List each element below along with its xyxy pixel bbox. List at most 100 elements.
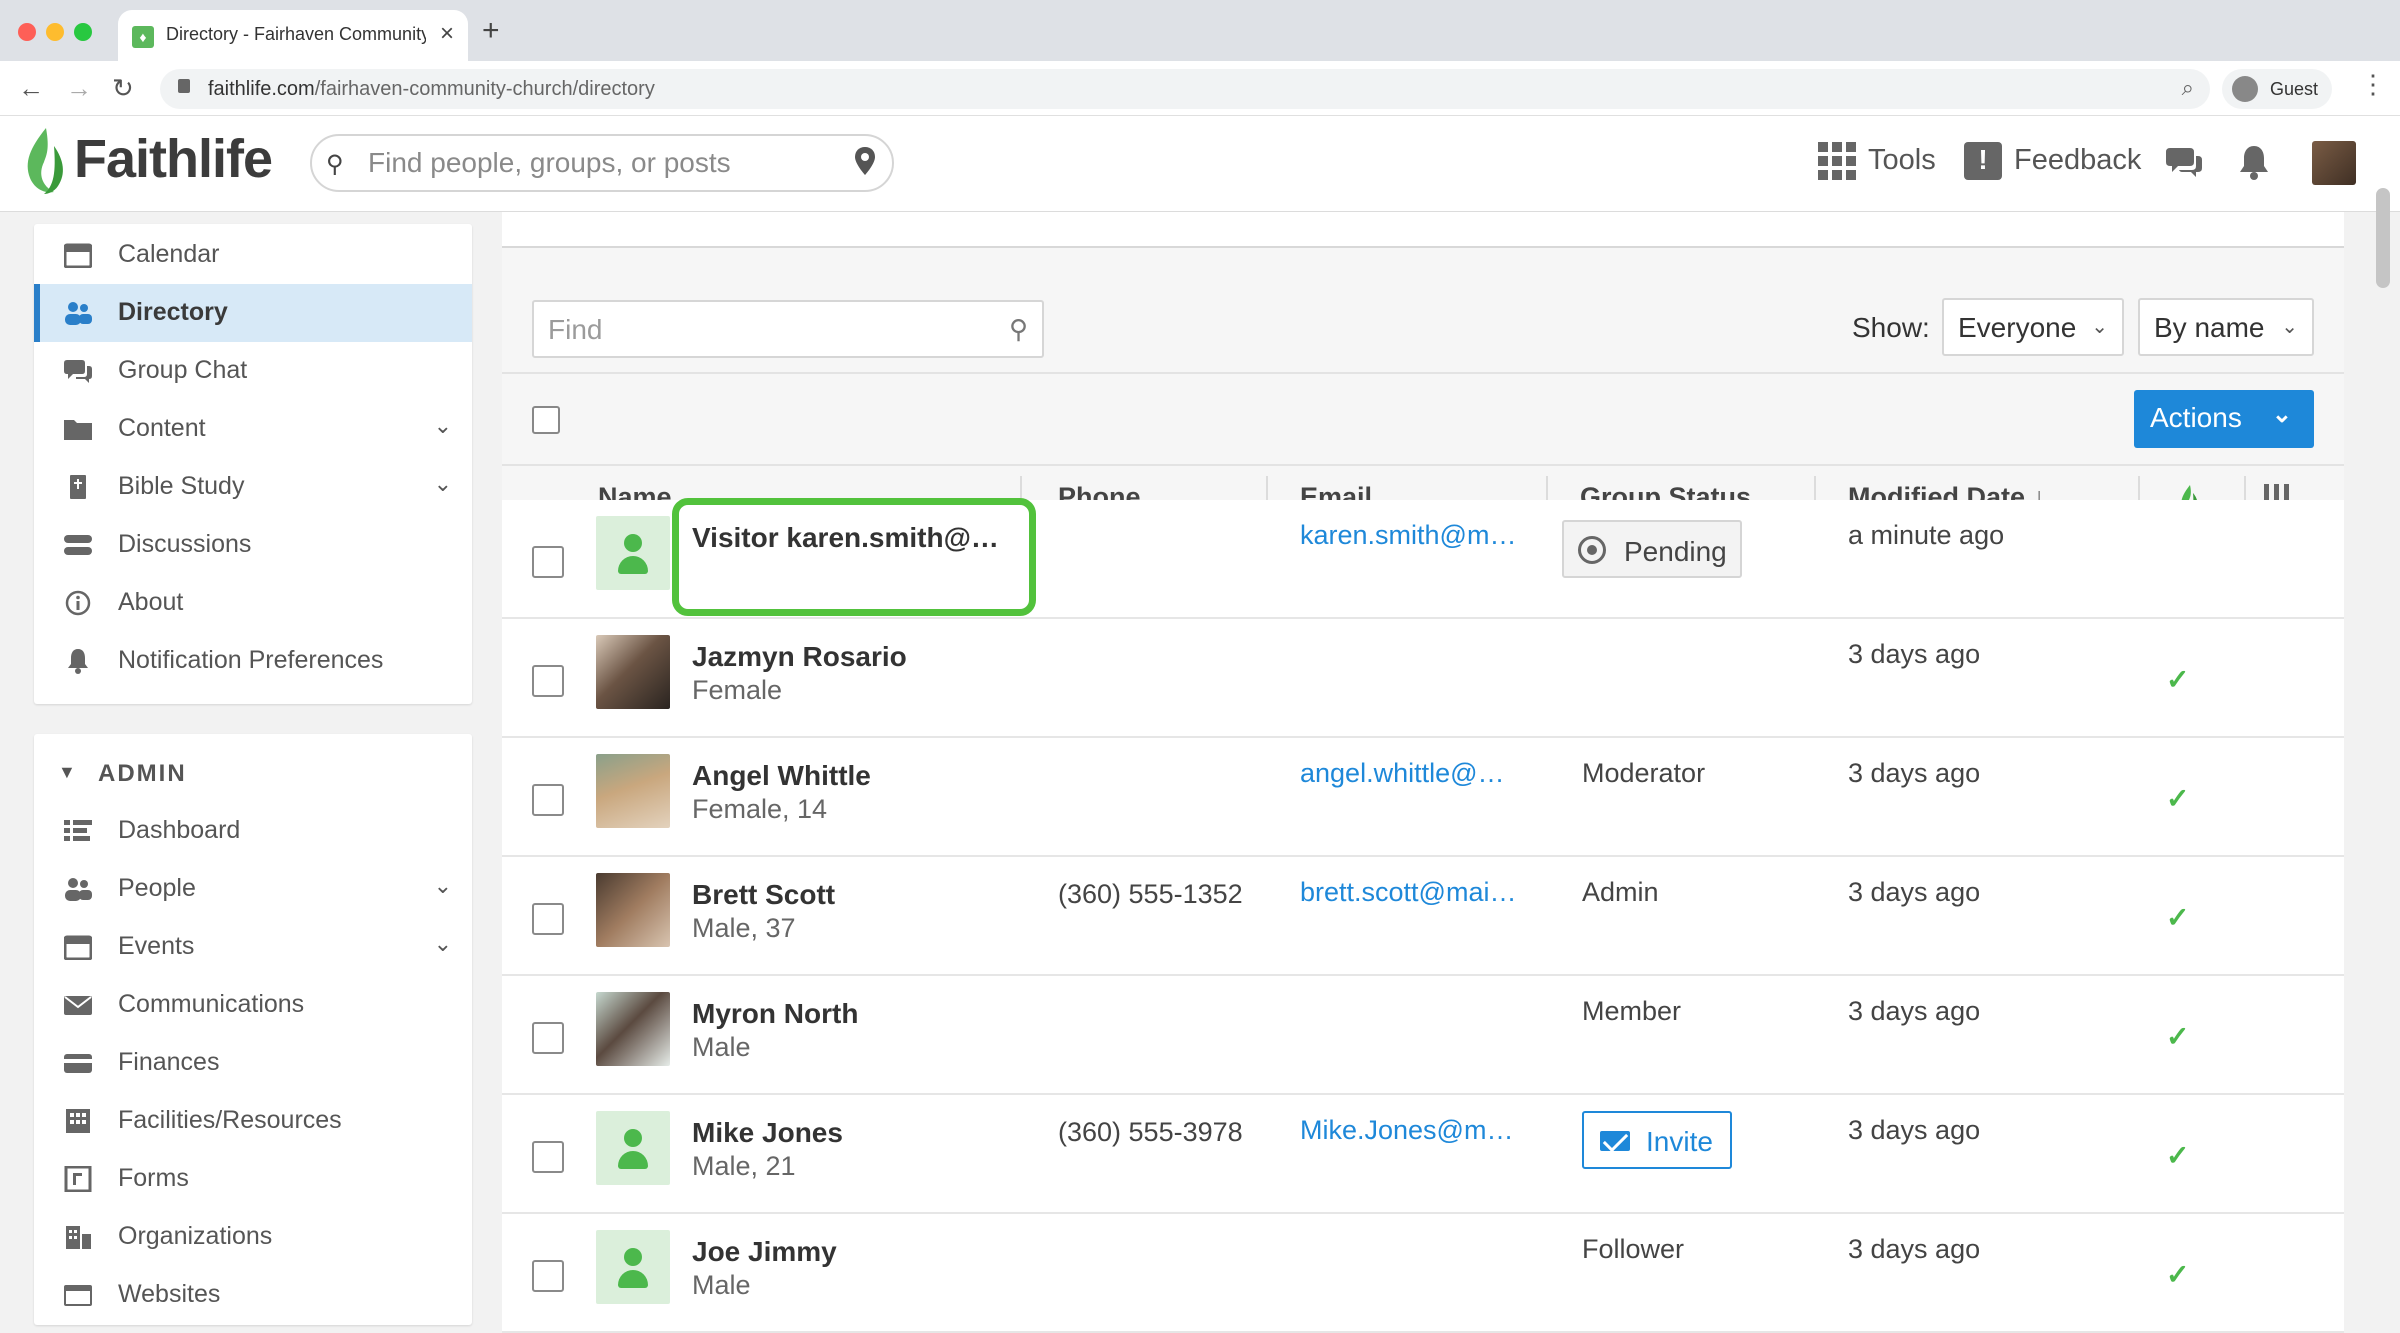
person-name[interactable]: Jazmyn Rosario (692, 641, 907, 673)
sidebar-item-dashboard[interactable]: Dashboard (34, 802, 472, 860)
search-icon[interactable]: ⚲ (1009, 314, 1028, 345)
sidebar-item-notification-preferences[interactable]: Notification Preferences (34, 632, 472, 690)
sidebar-item-bible-study[interactable]: Bible Study ⌄ (34, 458, 472, 516)
invite-button[interactable]: Invite (1582, 1111, 1732, 1169)
checkmark-icon: ✓ (2166, 1259, 2190, 1290)
pending-status-button[interactable]: Pending (1562, 520, 1742, 578)
email-link[interactable]: angel.whittle@… (1300, 758, 1530, 789)
person-name[interactable]: Brett Scott (692, 879, 835, 911)
forward-arrow-icon[interactable]: → (66, 73, 92, 104)
person-photo-avatar[interactable] (596, 992, 670, 1066)
sidebar-item-finances[interactable]: Finances (34, 1034, 472, 1092)
table-row[interactable]: Joe Jimmy Male Follower 3 days ago ✓ (502, 1214, 2344, 1333)
sidebar-item-people[interactable]: People ⌄ (34, 860, 472, 918)
feedback-button[interactable]: Feedback (2014, 144, 2141, 177)
chevron-down-icon[interactable]: ⌄ (434, 413, 452, 439)
row-checkbox[interactable] (532, 665, 564, 697)
sidebar-item-discussions[interactable]: Discussions (34, 516, 472, 574)
person-photo-avatar[interactable] (596, 873, 670, 947)
show-filter-dropdown[interactable]: Everyone ⌄ (1942, 298, 2124, 356)
person-name[interactable]: Mike Jones (692, 1117, 843, 1149)
row-checkbox[interactable] (532, 1141, 564, 1173)
person-placeholder-icon (596, 516, 670, 590)
table-row[interactable]: Jazmyn Rosario Female 3 days ago ✓ (502, 619, 2344, 738)
sort-dropdown[interactable]: By name ⌄ (2138, 298, 2314, 356)
sidebar-item-communications[interactable]: Communications (34, 976, 472, 1034)
sidebar-item-facilities-resources[interactable]: Facilities/Resources (34, 1092, 472, 1150)
grid-apps-icon[interactable] (1818, 142, 1856, 180)
collapse-triangle-icon: ▼ (58, 762, 76, 782)
location-pin-icon[interactable] (854, 146, 876, 176)
sidebar-item-directory[interactable]: Directory (34, 284, 472, 342)
messages-icon[interactable] (2166, 146, 2202, 178)
sidebar-item-group-chat[interactable]: Group Chat (34, 342, 472, 400)
table-row[interactable]: Brett Scott Male, 37 (360) 555-1352 bret… (502, 857, 2344, 976)
building-icon (66, 1109, 90, 1133)
phone-number: (360) 555-3978 (1058, 1117, 1243, 1147)
row-checkbox[interactable] (532, 546, 564, 578)
person-name[interactable]: Joe Jimmy (692, 1236, 837, 1268)
global-search: ⚲ (310, 134, 894, 192)
chevron-down-icon[interactable]: ⌄ (434, 873, 452, 899)
user-avatar[interactable] (2312, 141, 2356, 185)
tools-button[interactable]: Tools (1868, 144, 1936, 177)
sidebar-item-about[interactable]: About (34, 574, 472, 632)
faithlife-logo-text[interactable]: Faithlife (74, 128, 273, 190)
find-input[interactable] (548, 312, 988, 348)
people-icon (65, 302, 92, 325)
zoom-icon[interactable]: ⌕ (2182, 75, 2194, 101)
sidebar-item-content[interactable]: Content ⌄ (34, 400, 472, 458)
table-row[interactable]: Angel Whittle Female, 14 angel.whittle@…… (502, 738, 2344, 857)
close-tab-icon[interactable]: × (440, 20, 454, 48)
sidebar-item-forms[interactable]: Forms (34, 1150, 472, 1208)
chevron-down-icon[interactable]: ⌄ (434, 471, 452, 497)
invite-label: Invite (1646, 1126, 1713, 1157)
select-all-checkbox[interactable] (532, 406, 560, 434)
chevron-down-icon[interactable]: ⌄ (434, 931, 452, 957)
row-checkbox[interactable] (532, 903, 564, 935)
sidebar-item-label: Events (118, 932, 195, 960)
sidebar-item-label: Content (118, 414, 206, 442)
close-window-button[interactable] (18, 23, 36, 41)
minimize-window-button[interactable] (46, 23, 64, 41)
actions-button[interactable]: Actions ⌄ (2134, 390, 2314, 448)
folder-icon (64, 420, 92, 440)
sidebar-item-label: Discussions (118, 530, 252, 558)
sidebar-item-label: About (118, 588, 184, 616)
maximize-window-button[interactable] (74, 23, 92, 41)
table-row[interactable]: Myron North Male Member 3 days ago ✓ (502, 976, 2344, 1095)
sidebar-item-label: Calendar (118, 240, 220, 268)
row-checkbox[interactable] (532, 784, 564, 816)
row-checkbox[interactable] (532, 1260, 564, 1292)
person-name[interactable]: Myron North (692, 998, 858, 1030)
person-photo-avatar[interactable] (596, 635, 670, 709)
url-field[interactable]: faithlife.com/fairhaven-community-church… (160, 69, 2210, 109)
notifications-bell-icon[interactable] (2238, 144, 2270, 180)
sidebar-item-organizations[interactable]: Organizations (34, 1208, 472, 1266)
reload-icon[interactable]: ↻ (112, 73, 134, 104)
sidebar-item-calendar[interactable]: Calendar (34, 226, 472, 284)
row-checkbox[interactable] (532, 1022, 564, 1054)
sidebar-item-label: Websites (118, 1280, 221, 1308)
person-name[interactable]: Angel Whittle (692, 760, 871, 792)
back-arrow-icon[interactable]: ← (18, 73, 44, 104)
admin-section-toggle[interactable]: ▼ ADMIN (34, 756, 472, 796)
browser-tab[interactable]: ♦ Directory - Fairhaven Community Church… (118, 10, 468, 61)
chevron-down-icon: ⌄ (2271, 401, 2292, 428)
profile-button[interactable]: Guest (2222, 69, 2332, 109)
email-link[interactable]: brett.scott@mai… (1300, 877, 1530, 908)
sidebar-item-websites[interactable]: Websites (34, 1266, 472, 1324)
group-status: Member (1582, 996, 1682, 1026)
sidebar-item-events[interactable]: Events ⌄ (34, 918, 472, 976)
global-search-input[interactable] (368, 146, 808, 180)
email-link[interactable]: Mike.Jones@m… (1300, 1115, 1530, 1146)
table-row[interactable]: Mike Jones Male, 21 (360) 555-3978 Mike.… (502, 1095, 2344, 1214)
new-tab-icon[interactable]: + (482, 14, 500, 48)
email-link[interactable]: karen.smith@m… (1300, 520, 1530, 551)
browser-menu-icon[interactable]: ⋮ (2360, 69, 2386, 100)
person-photo-avatar[interactable] (596, 754, 670, 828)
faithlife-flame-icon[interactable] (20, 126, 68, 196)
page-scrollbar[interactable] (2376, 188, 2390, 288)
feedback-icon[interactable]: ! (1964, 142, 2002, 180)
sidebar-item-label: Forms (118, 1164, 189, 1192)
